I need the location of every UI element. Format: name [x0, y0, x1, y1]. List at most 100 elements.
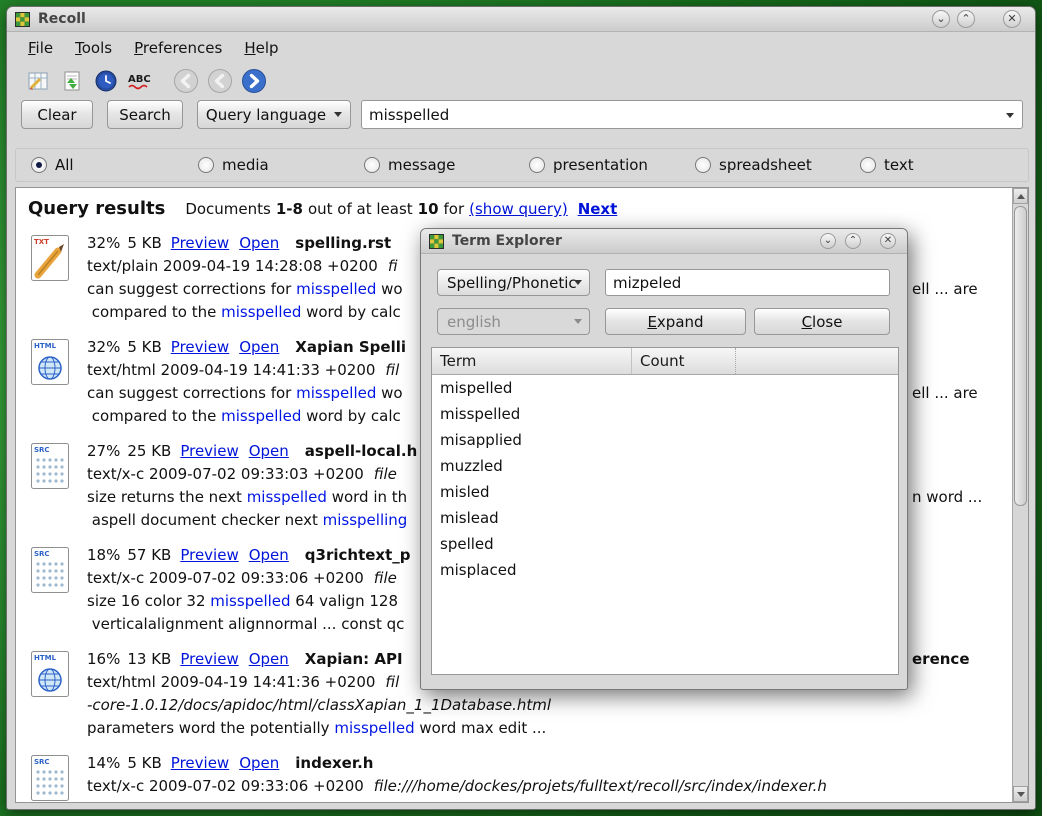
term-row[interactable]: misplaced	[432, 557, 898, 583]
preview-link[interactable]: Preview	[180, 442, 238, 460]
url-line: -core-1.0.12/docs/apidoc/html/classXapia…	[87, 696, 551, 714]
term-row[interactable]: misapplied	[432, 427, 898, 453]
radio-icon[interactable]	[860, 157, 876, 173]
radio-icon[interactable]	[695, 157, 711, 173]
menu-file[interactable]: File	[17, 35, 64, 61]
menu-help[interactable]: Help	[233, 35, 289, 61]
radio-icon[interactable]	[364, 157, 380, 173]
scroll-down-icon[interactable]	[1013, 786, 1028, 802]
mime-and-date: text/x-c 2009-07-02 09:33:03 +0200	[87, 465, 364, 483]
close-icon[interactable]: ✕	[880, 233, 896, 249]
match-highlight: misspelled	[210, 592, 290, 610]
filter-radio-text[interactable]: text	[860, 156, 914, 174]
recoll-logo-icon	[15, 12, 30, 27]
term-explorer-abc-icon[interactable]: ABC	[125, 66, 155, 96]
open-link[interactable]: Open	[249, 546, 289, 564]
rollup-icon[interactable]: ⌃	[845, 233, 861, 249]
preview-link[interactable]: Preview	[171, 338, 229, 356]
document-history-clock-icon[interactable]	[91, 66, 121, 96]
query-combobox[interactable]	[361, 100, 1023, 129]
preview-link[interactable]: Preview	[171, 754, 229, 772]
filter-label: message	[388, 156, 455, 174]
open-link[interactable]: Open	[239, 234, 279, 252]
column-header-term[interactable]: Term	[432, 348, 632, 374]
results-scrollbar[interactable]	[1012, 188, 1028, 802]
search-row: Clear Search Query language	[7, 100, 1035, 132]
mime-and-date: text/x-c 2009-07-02 09:33:06 +0200	[87, 569, 364, 587]
language-value: english	[447, 313, 501, 331]
file-size: 5 KB	[127, 338, 161, 356]
preview-link[interactable]: Preview	[171, 234, 229, 252]
dialog-titlebar[interactable]: Term Explorer ⌄ ⌃ ✕	[421, 229, 907, 254]
snippet-text: parameters word the potentially	[87, 719, 334, 737]
scrollbar-thumb[interactable]	[1014, 206, 1027, 506]
sort-by-dates-icon[interactable]	[57, 66, 87, 96]
dialog-title: Term Explorer	[452, 233, 562, 249]
filter-radio-all[interactable]: All	[31, 156, 74, 174]
term-row[interactable]: misled	[432, 479, 898, 505]
recoll-logo-icon	[429, 234, 444, 249]
match-highlight: misspelled	[247, 488, 327, 506]
expansion-mode-select[interactable]: Spelling/Phonetic	[437, 269, 590, 296]
clear-button[interactable]: Clear	[21, 100, 93, 129]
category-filter-row: All media message presentation spreadshe…	[15, 148, 1029, 182]
open-link[interactable]: Open	[239, 338, 279, 356]
close-button[interactable]: Close	[754, 308, 890, 335]
file-size: 13 KB	[127, 650, 171, 668]
query-input[interactable]	[369, 103, 989, 127]
snippet-text: can suggest corrections for	[87, 280, 296, 298]
relevancy-percent: 16%	[87, 650, 120, 668]
filter-label: presentation	[553, 156, 648, 174]
window-titlebar[interactable]: Recoll ⌄ ⌃ ✕	[7, 7, 1035, 32]
filter-radio-spreadsheet[interactable]: spreadsheet	[695, 156, 812, 174]
preview-link[interactable]: Preview	[180, 546, 238, 564]
term-input[interactable]	[605, 269, 890, 296]
snippet-text: word in th	[327, 488, 407, 506]
next-page-icon[interactable]	[239, 66, 269, 96]
open-link[interactable]: Open	[239, 754, 279, 772]
match-highlight: misspelled	[296, 280, 376, 298]
open-link[interactable]: Open	[249, 442, 289, 460]
language-select[interactable]: english	[437, 308, 590, 335]
term-row[interactable]: misspelled	[432, 401, 898, 427]
radio-icon[interactable]	[31, 157, 47, 173]
match-highlight: misspelled	[221, 303, 301, 321]
menubar: File Tools Preferences Help	[7, 33, 1035, 63]
term-row[interactable]: muzzled	[432, 453, 898, 479]
query-language-dropdown[interactable]: Query language	[197, 100, 351, 129]
result-title: q3richtext_p	[305, 546, 411, 564]
clear-search-icon[interactable]	[23, 66, 53, 96]
combo-chevron-down-icon[interactable]	[1006, 113, 1014, 118]
filter-label: media	[222, 156, 269, 174]
menu-preferences[interactable]: Preferences	[123, 35, 233, 61]
rolldown-icon[interactable]: ⌄	[820, 233, 836, 249]
relevancy-percent: 32%	[87, 234, 120, 252]
filter-radio-media[interactable]: media	[198, 156, 269, 174]
show-query-link[interactable]: (show query)	[469, 200, 568, 218]
open-link[interactable]: Open	[249, 650, 289, 668]
snippet-text: 64 valign 128	[291, 592, 398, 610]
search-button[interactable]: Search	[107, 100, 183, 129]
term-row[interactable]: mislead	[432, 505, 898, 531]
close-icon[interactable]: ✕	[1003, 10, 1021, 28]
filter-radio-message[interactable]: message	[364, 156, 455, 174]
range-text: out of at least	[308, 200, 413, 218]
preview-link[interactable]: Preview	[180, 650, 238, 668]
expand-button[interactable]: Expand	[605, 308, 746, 335]
column-header-count[interactable]: Count	[632, 348, 736, 374]
next-page-link[interactable]: Next	[578, 200, 618, 218]
term-row[interactable]: mispelled	[432, 375, 898, 401]
radio-icon[interactable]	[198, 157, 214, 173]
rolldown-icon[interactable]: ⌄	[932, 10, 950, 28]
rollup-icon[interactable]: ⌃	[957, 10, 975, 28]
menu-tools[interactable]: Tools	[64, 35, 123, 61]
previous-page-icon[interactable]	[205, 66, 235, 96]
scroll-up-icon[interactable]	[1013, 188, 1028, 204]
chevron-down-icon	[574, 280, 582, 285]
radio-icon[interactable]	[529, 157, 545, 173]
first-page-icon[interactable]	[171, 66, 201, 96]
term-row[interactable]: spelled	[432, 531, 898, 557]
chevron-down-icon	[334, 112, 342, 117]
filter-radio-presentation[interactable]: presentation	[529, 156, 648, 174]
result-title: indexer.h	[295, 754, 373, 772]
